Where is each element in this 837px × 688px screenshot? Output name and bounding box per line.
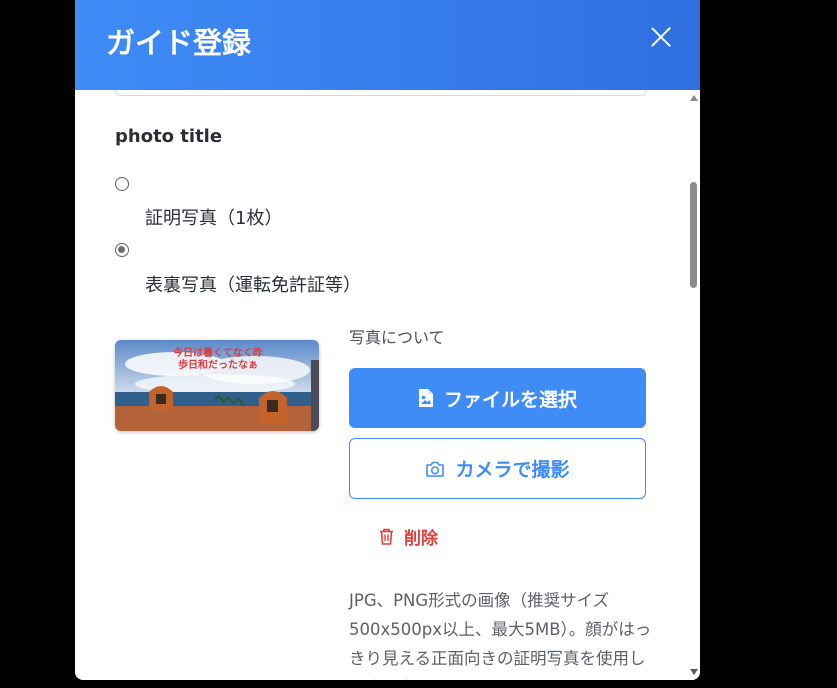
photo-thumbnail: 今日は暑くてなく昨 歩日和だったなぁ <box>115 340 319 431</box>
radio-label-front-back-photo[interactable]: 表裏写真（運転免許証等） <box>145 271 361 297</box>
photo-help-text: JPG、PNG形式の画像（推奨サイズ500x500px以上、最大5MB）。顔がは… <box>349 591 652 680</box>
delete-button[interactable]: 削除 <box>379 524 438 549</box>
modal-title: ガイド登録 <box>106 26 252 60</box>
scroll-down-icon[interactable] <box>690 669 698 675</box>
modal-header: ガイド登録 <box>75 0 700 90</box>
image-file-icon <box>418 388 434 408</box>
modal-body: photo title 証明写真（1枚） 表裏写真（運転免許証等） 今日は暑くて… <box>75 90 687 680</box>
scrollbar-thumb[interactable] <box>690 182 697 288</box>
thumb-overlay-text-1: 今日は暑くてなく昨 <box>172 346 263 359</box>
scroll-up-icon[interactable] <box>690 95 698 101</box>
vertical-scrollbar[interactable] <box>687 90 700 680</box>
guide-registration-modal: ガイド登録 photo title 証明写真（1枚） 表裏写真（運転免許証等） <box>75 0 700 680</box>
radio-label-id-photo[interactable]: 証明写真（1枚） <box>145 204 282 230</box>
radio-front-back-photo[interactable] <box>115 243 129 257</box>
camera-label: カメラで撮影 <box>455 459 570 481</box>
select-file-button[interactable]: ファイルを選択 <box>349 368 646 428</box>
camera-button[interactable]: カメラで撮影 <box>349 438 646 499</box>
radio-id-photo[interactable] <box>115 177 129 191</box>
previous-input-field[interactable] <box>115 90 647 96</box>
select-file-label: ファイルを選択 <box>443 388 577 411</box>
delete-label: 削除 <box>404 529 438 549</box>
photo-heading: 写真について <box>349 328 445 347</box>
camera-icon <box>425 461 445 477</box>
trash-icon <box>379 528 394 545</box>
thumb-overlay-text-2: 歩日和だったなぁ <box>178 358 258 371</box>
close-icon[interactable] <box>648 24 674 50</box>
photo-title-label: photo title <box>115 126 223 147</box>
